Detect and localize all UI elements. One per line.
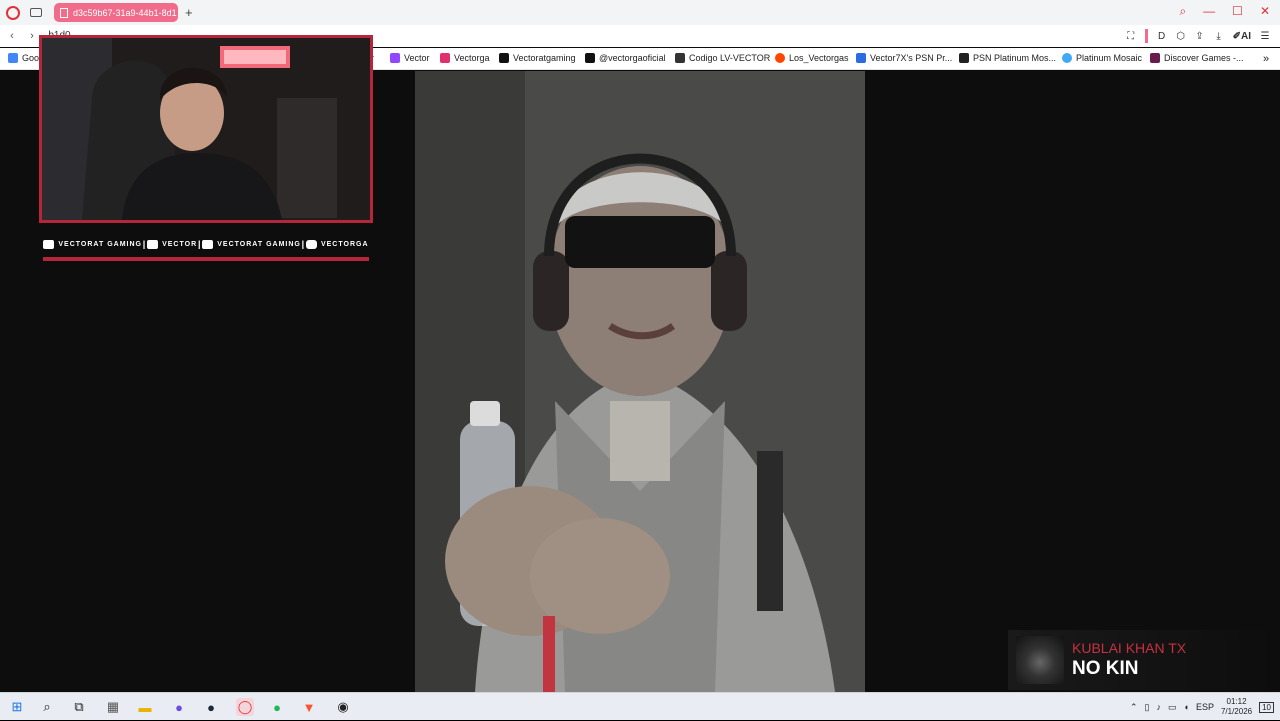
system-tray: ⌃ ▯ ♪ ▭ ◖ ESP 01:12 7/1/2026 10 — [1130, 693, 1280, 721]
divider — [1144, 29, 1148, 43]
webcam-overlay — [39, 35, 373, 223]
platinum-mosaic-icon — [1062, 53, 1072, 63]
close-button[interactable]: ✕ — [1260, 4, 1270, 19]
start-button[interactable]: ⊞ — [8, 698, 26, 716]
chevron-up-icon[interactable]: ⌃ — [1130, 702, 1138, 713]
clock[interactable]: 01:12 7/1/2026 — [1221, 697, 1252, 717]
reddit-icon — [775, 53, 785, 63]
google-icon — [8, 53, 18, 63]
desktop-app-icon[interactable]: ▦ — [104, 698, 122, 716]
file-explorer-icon[interactable]: ▬ — [136, 698, 154, 716]
twitch-icon — [390, 53, 400, 63]
language-indicator[interactable]: ESP — [1196, 702, 1214, 712]
back-button[interactable]: ‹ — [4, 30, 20, 42]
bookmarks-overflow-icon[interactable]: » — [1263, 53, 1269, 65]
steam-icon[interactable]: ● — [202, 698, 220, 716]
separator: | — [301, 239, 306, 249]
snapshot-icon[interactable]: ⛶ — [1126, 31, 1136, 42]
maximize-button[interactable]: ☐ — [1232, 4, 1243, 19]
instagram-icon — [440, 53, 450, 63]
network-icon[interactable]: ▭ — [1168, 702, 1177, 713]
title-bar: d3c59b67-31a9-44b1-8d1 + ⌕ — ☐ ✕ — [0, 0, 1280, 25]
minimize-button[interactable]: — — [1203, 4, 1215, 19]
bookmark-reddit[interactable]: Los_Vectorgas — [775, 53, 849, 63]
separator: | — [142, 239, 147, 249]
notifications-icon[interactable]: 10 — [1259, 701, 1274, 713]
search-icon[interactable]: ⌕ — [1179, 4, 1186, 19]
psn-platinum-icon — [959, 53, 969, 63]
opera-logo-icon[interactable] — [6, 5, 20, 20]
browser-window: d3c59b67-31a9-44b1-8d1 + ⌕ — ☐ ✕ ‹ › ...… — [0, 0, 1280, 692]
ai-button[interactable]: ✐AI — [1233, 31, 1251, 42]
now-playing-widget: KUBLAI KHAN TX NO KIN — [1008, 630, 1272, 690]
volume-icon[interactable]: ◖ — [1184, 702, 1189, 712]
tiktok-icon — [585, 53, 595, 63]
share-icon[interactable]: ⇪ — [1195, 31, 1205, 42]
social-youtube: VECTORAT GAMING — [43, 239, 142, 249]
album-art — [1016, 636, 1064, 684]
portrait-illustration — [415, 71, 865, 692]
portrait-image — [415, 71, 865, 692]
time: 01:12 — [1226, 697, 1247, 706]
overlay-divider — [43, 257, 369, 261]
separator: | — [197, 239, 202, 249]
twitch-icon — [147, 239, 159, 249]
phone-link-icon[interactable]: ▯ — [1145, 702, 1150, 713]
menu-icon[interactable]: ☰ — [1260, 31, 1270, 42]
tab-title: d3c59b67-31a9-44b1-8d1 — [73, 7, 177, 18]
tab-overview-icon[interactable] — [30, 8, 42, 17]
page-icon — [60, 7, 68, 18]
social-instagram: VECTORGA — [305, 239, 369, 249]
social-twitch: VECTOR — [147, 239, 197, 249]
taskbar: ⊞ ⌕ ⧉ ▦ ▬ ● ● ◯ ● ▼ ◉ ⌃ ▯ ♪ ▭ ◖ ESP 01:1… — [0, 692, 1280, 720]
new-tab-button[interactable]: + — [185, 5, 193, 20]
psn-icon — [856, 53, 866, 63]
bookmark-twitch[interactable]: Vector — [390, 53, 430, 63]
microphone-icon[interactable]: ♪ — [1156, 702, 1161, 712]
discord-icon[interactable]: ● — [170, 698, 188, 716]
webcam-feed — [42, 38, 370, 220]
bookmark-discover-games[interactable]: Discover Games -... — [1150, 53, 1244, 63]
task-view-icon[interactable]: ⧉ — [70, 698, 88, 716]
youtube-icon — [43, 239, 55, 249]
tab-active[interactable]: d3c59b67-31a9-44b1-8d1 — [54, 3, 178, 22]
now-playing-song: NO KIN — [1072, 658, 1139, 679]
now-playing-artist: KUBLAI KHAN TX — [1072, 640, 1187, 656]
social-twitter: VECTORAT GAMING — [202, 239, 301, 249]
bookmark-codigo[interactable]: Codigo LV-VECTOR — [675, 53, 770, 63]
forward-button[interactable]: › — [24, 30, 40, 42]
opera-icon[interactable]: ◯ — [236, 698, 254, 716]
twitter-icon — [202, 239, 214, 249]
download-icon[interactable]: ⤓ — [1214, 31, 1224, 42]
instagram-icon — [305, 239, 317, 249]
discover-games-icon — [1150, 53, 1160, 63]
bookmark-x[interactable]: Vectoratgaming — [499, 53, 576, 63]
brave-icon[interactable]: ▼ — [300, 698, 318, 716]
search-icon[interactable]: ⌕ — [38, 698, 56, 716]
spotify-icon[interactable]: ● — [268, 698, 286, 716]
bookmark-tiktok[interactable]: @vectorgaoficial — [585, 53, 666, 63]
bookmark-psn-platinum[interactable]: PSN Platinum Mos... — [959, 53, 1056, 63]
page-icon — [675, 53, 685, 63]
bookmark-platinum-mosaic[interactable]: Platinum Mosaic — [1062, 53, 1142, 63]
bookmark-psn[interactable]: Vector7X's PSN Pr... — [856, 53, 952, 63]
extensions-icon[interactable]: ⬡ — [1176, 31, 1186, 42]
date: 7/1/2026 — [1220, 707, 1253, 716]
x-icon — [499, 53, 509, 63]
d-extension-icon[interactable]: D — [1157, 31, 1167, 42]
app-icon[interactable]: ◉ — [334, 698, 352, 716]
bookmark-instagram[interactable]: Vectorga — [440, 53, 490, 63]
social-handles: VECTORAT GAMING | VECTOR | VECTORAT GAMI… — [43, 232, 369, 256]
